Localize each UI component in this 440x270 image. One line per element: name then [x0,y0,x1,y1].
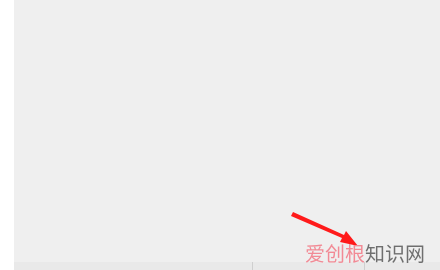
screenshot-frame: 爱创根知识网 [0,0,440,270]
toolbar-divider [252,262,253,270]
content-panel [14,0,440,270]
watermark-logo: 爱创根知识网 [305,238,425,267]
watermark-part-2: 知识网 [365,242,425,266]
watermark-part-1: 爱创根 [305,242,365,266]
